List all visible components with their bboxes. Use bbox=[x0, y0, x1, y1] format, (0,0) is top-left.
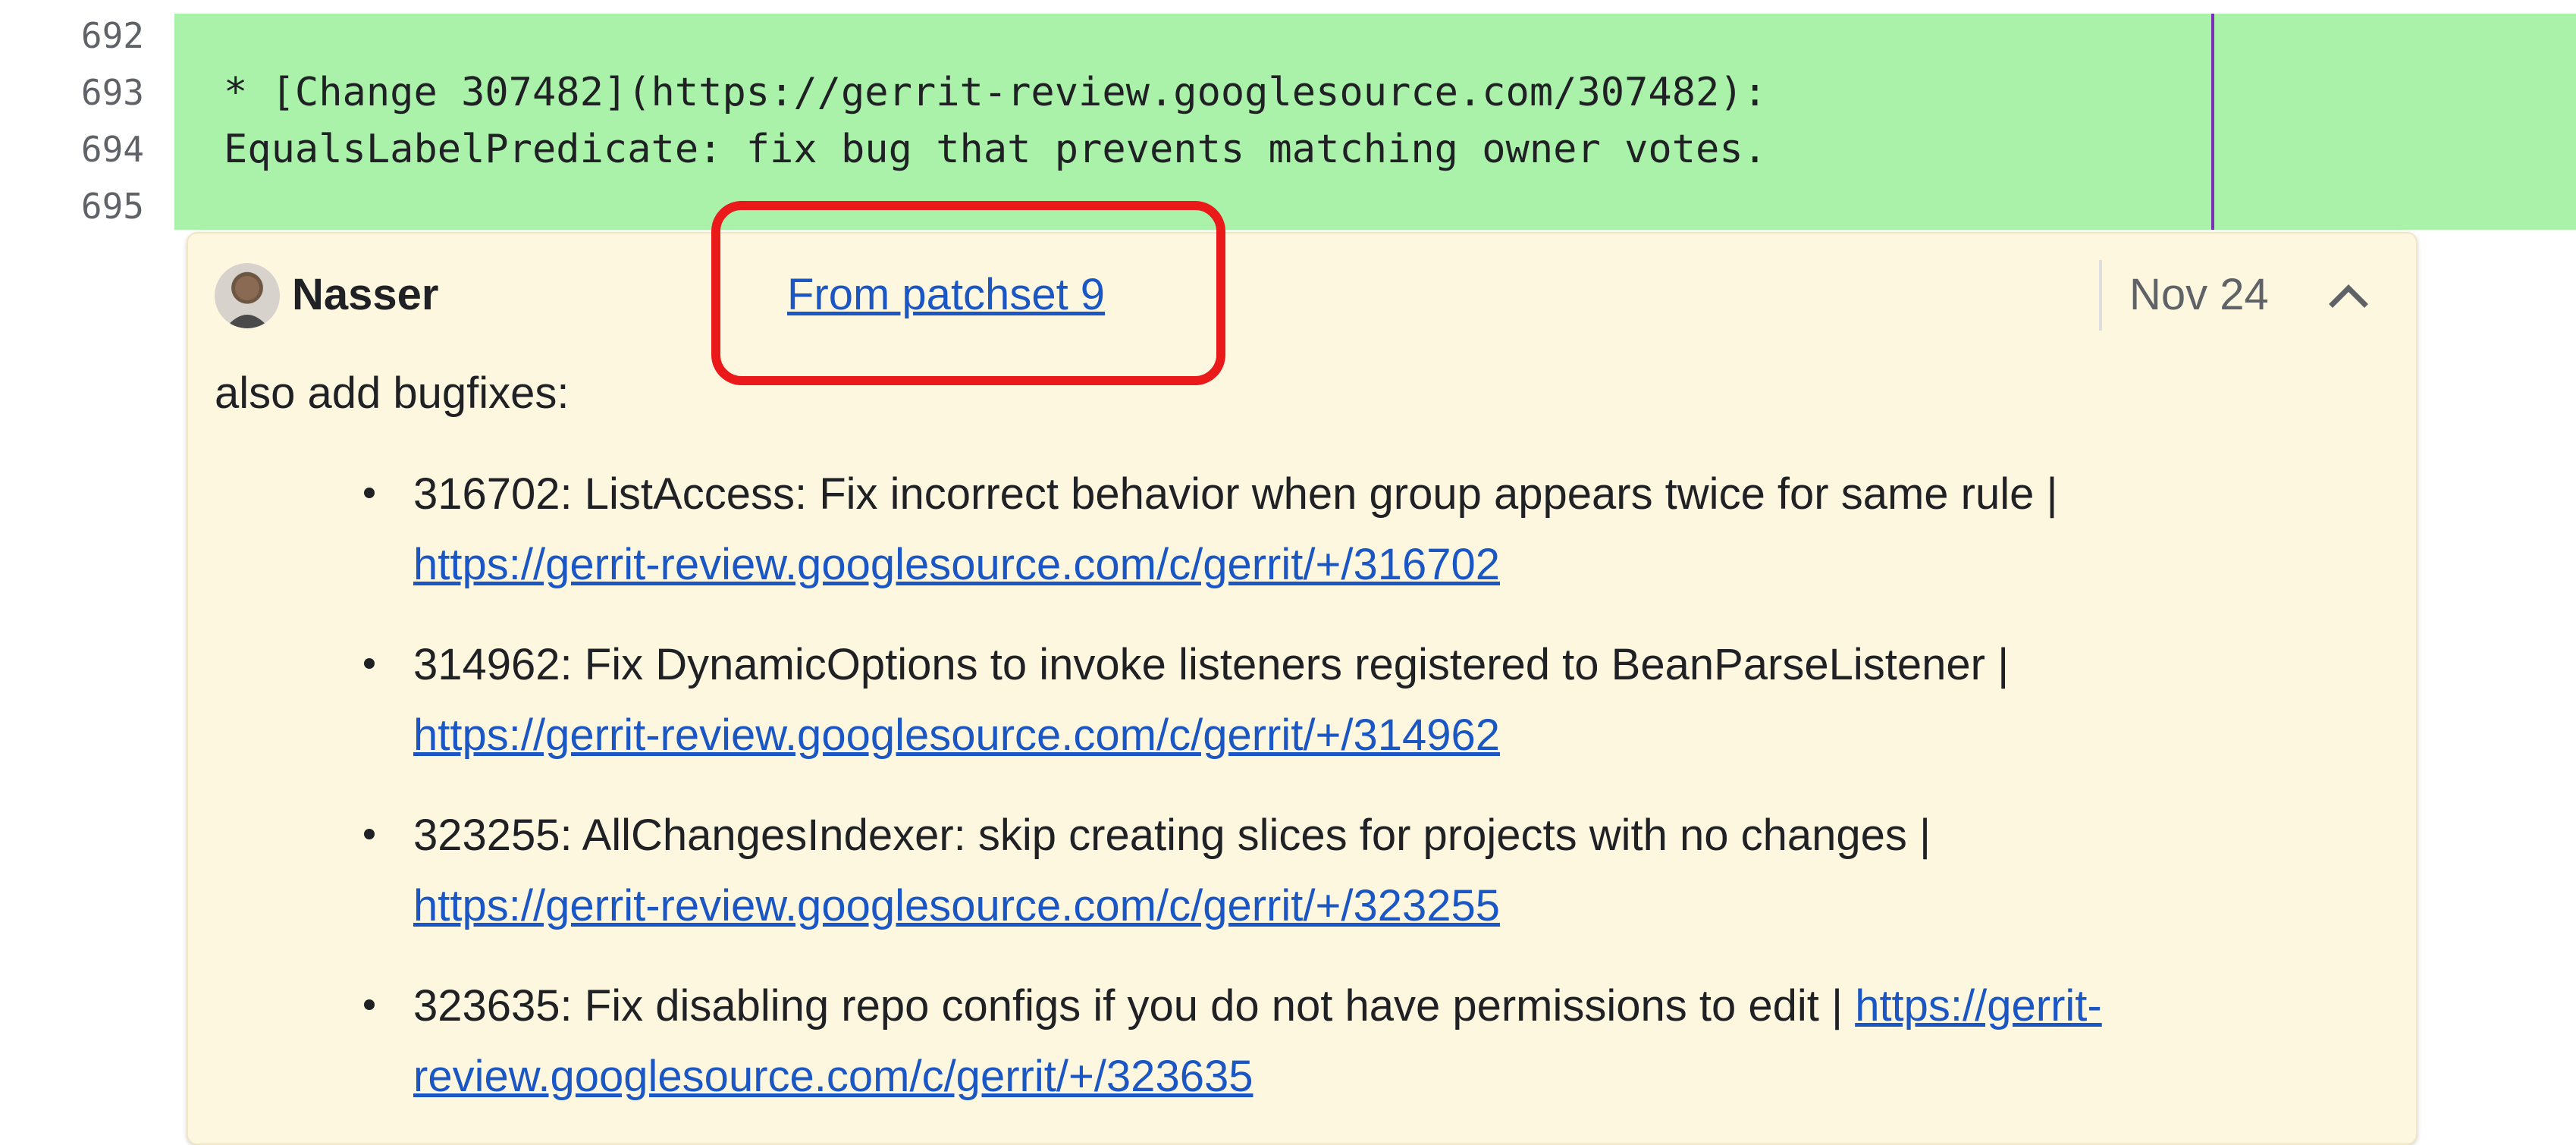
line-number-695[interactable]: 695 bbox=[0, 178, 174, 235]
chevron-up-icon[interactable] bbox=[2322, 269, 2375, 322]
bullet-icon bbox=[364, 658, 375, 669]
list-item: 323255: AllChangesIndexer: skip creating… bbox=[356, 800, 2404, 971]
bugfix-link[interactable]: https://gerrit-review.googlesource.com/c… bbox=[413, 881, 1500, 930]
annotation-highlight-box bbox=[711, 201, 1225, 385]
user-avatar-icon[interactable] bbox=[215, 263, 280, 328]
comment-author[interactable]: Nasser bbox=[292, 269, 438, 320]
bugfix-text: 314962: Fix DynamicOptions to invoke lis… bbox=[413, 640, 2010, 689]
comment-date[interactable]: Nov 24 bbox=[2129, 269, 2269, 320]
bugfix-link[interactable]: https://gerrit- bbox=[1855, 981, 2102, 1030]
bugfix-list: 316702: ListAccess: Fix incorrect behavi… bbox=[356, 459, 2404, 1141]
list-item: 316702: ListAccess: Fix incorrect behavi… bbox=[356, 459, 2404, 629]
header-divider bbox=[2099, 260, 2102, 331]
line-number-694[interactable]: 694 bbox=[0, 121, 174, 178]
comment-message: also add bugfixes: bbox=[215, 369, 569, 418]
bugfix-link[interactable]: https://gerrit-review.googlesource.com/c… bbox=[413, 711, 1500, 760]
diff-column-divider bbox=[2211, 14, 2214, 230]
code-line-694: EqualsLabelPredicate: fix bug that preve… bbox=[224, 127, 1767, 172]
bugfix-text: 323635: Fix disabling repo configs if yo… bbox=[413, 981, 1843, 1030]
bugfix-link-continued[interactable]: review.googlesource.com/c/gerrit/+/32363… bbox=[413, 1052, 1253, 1101]
bugfix-text: 316702: ListAccess: Fix incorrect behavi… bbox=[413, 469, 2058, 519]
list-item: 314962: Fix DynamicOptions to invoke lis… bbox=[356, 629, 2404, 800]
bullet-icon bbox=[364, 829, 375, 839]
bugfix-link[interactable]: https://gerrit-review.googlesource.com/c… bbox=[413, 540, 1500, 589]
code-line-693: * [Change 307482](https://gerrit-review.… bbox=[224, 70, 1767, 115]
bullet-icon bbox=[364, 488, 375, 498]
bugfix-text: 323255: AllChangesIndexer: skip creating… bbox=[413, 811, 1931, 860]
line-number-692[interactable]: 692 bbox=[0, 8, 174, 64]
bullet-icon bbox=[364, 999, 375, 1010]
line-number-693[interactable]: 693 bbox=[0, 64, 174, 121]
list-item: 323635: Fix disabling repo configs if yo… bbox=[356, 971, 2404, 1141]
